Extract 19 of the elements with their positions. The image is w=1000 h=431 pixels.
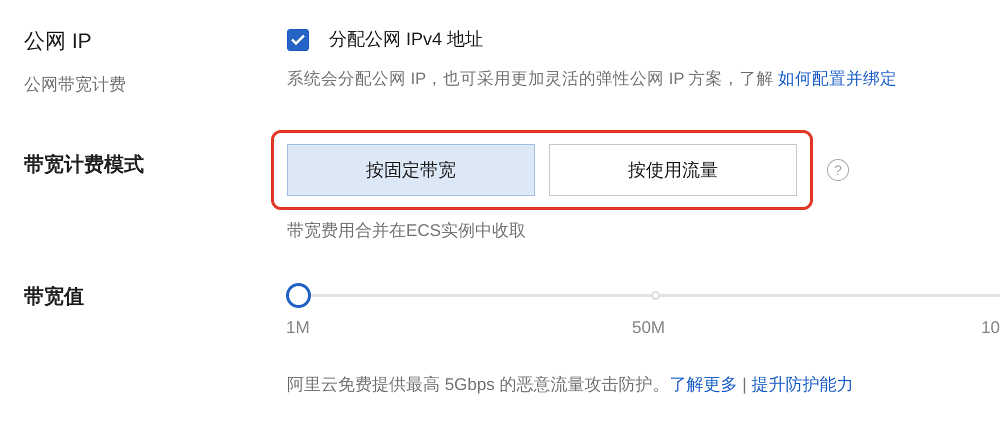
hint-text: 系统会分配公网 IP，也可采用更加灵活的弹性公网 IP 方案，了解 如何配置并绑定 bbox=[287, 69, 898, 90]
help-link[interactable]: 如何配置并绑定 bbox=[778, 70, 898, 88]
slider-mark: 1M bbox=[286, 316, 310, 338]
footer-text: 阿里云免费提供最高 5Gbps 的恶意流量攻击防护。了解更多 | 提升防护能力 bbox=[287, 374, 854, 396]
segment-option[interactable]: 按使用流量 bbox=[549, 144, 797, 196]
field-sublabel: 公网带宽计费 bbox=[24, 74, 127, 96]
slider-thumb[interactable] bbox=[286, 282, 311, 308]
field-label: 公网 IP bbox=[24, 29, 93, 55]
slider-mark: 50M bbox=[632, 316, 666, 338]
field-label: 带宽计费模式 bbox=[24, 154, 144, 176]
slider-mark: 10 bbox=[981, 316, 1000, 338]
checkbox[interactable] bbox=[287, 28, 309, 50]
segment-option[interactable]: 按固定带宽 bbox=[287, 144, 535, 196]
hint-text: 带宽费用合并在ECS实例中收取 bbox=[287, 220, 527, 242]
learn-more-link[interactable]: 了解更多 bbox=[670, 374, 738, 394]
upgrade-link[interactable]: 提升防护能力 bbox=[751, 374, 854, 394]
field-label: 带宽值 bbox=[24, 286, 84, 308]
checkmark-icon bbox=[291, 34, 305, 45]
checkbox-label[interactable]: 分配公网 IPv4 地址 bbox=[329, 26, 484, 53]
